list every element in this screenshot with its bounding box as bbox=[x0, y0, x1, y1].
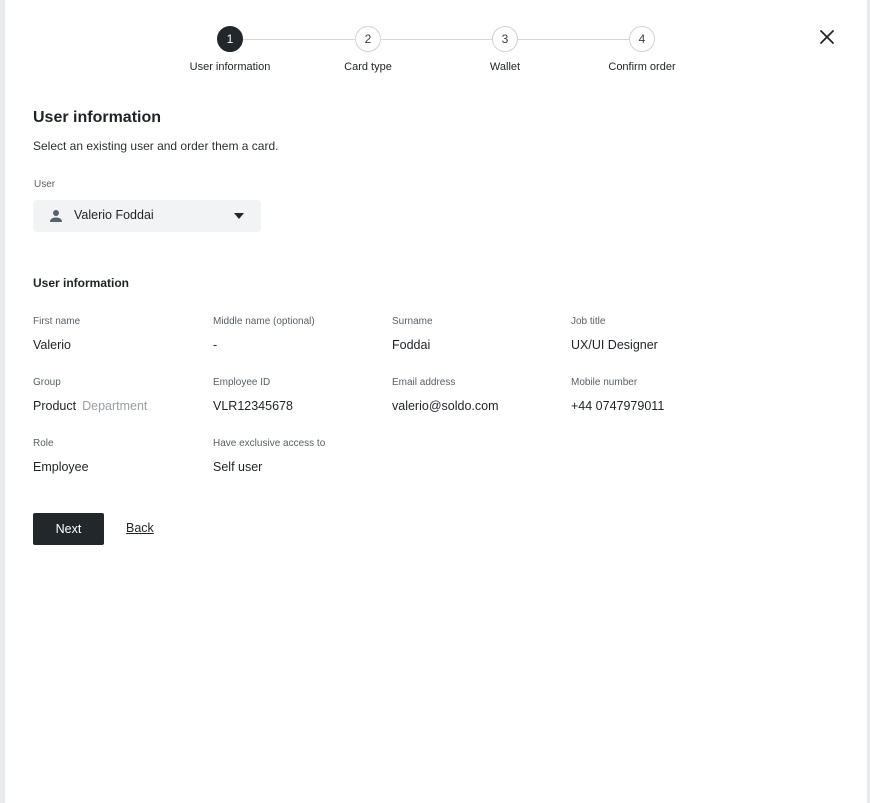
email-field: Email address valerio@soldo.com bbox=[392, 377, 562, 413]
exclusive-access-value: Self user bbox=[213, 460, 263, 474]
middle-name-label: Middle name (optional) bbox=[213, 316, 315, 327]
user-select-value: Valerio Foddai bbox=[74, 208, 154, 222]
role-value: Employee bbox=[33, 460, 89, 474]
surname-field: Surname Foddai bbox=[392, 316, 562, 352]
close-icon bbox=[820, 30, 834, 44]
chevron-down-icon bbox=[234, 213, 244, 219]
mobile-label: Mobile number bbox=[571, 377, 638, 388]
role-label: Role bbox=[33, 438, 54, 449]
first-name-field: First name Valerio bbox=[33, 316, 203, 352]
user-field-label: User bbox=[34, 179, 56, 190]
mobile-value: +44 0747979011 bbox=[571, 399, 665, 413]
group-value-primary: Product bbox=[33, 399, 77, 413]
step-user-information[interactable]: 1 User information bbox=[170, 26, 290, 73]
group-field: Group Product Department bbox=[33, 377, 203, 413]
group-value-secondary: Department bbox=[82, 399, 148, 413]
email-value: valerio@soldo.com bbox=[392, 399, 499, 413]
surname-label: Surname bbox=[392, 316, 433, 327]
email-label: Email address bbox=[392, 377, 456, 388]
surname-value: Foddai bbox=[392, 338, 431, 352]
role-field: Role Employee bbox=[33, 438, 203, 474]
mobile-field: Mobile number +44 0747979011 bbox=[571, 377, 741, 413]
step-label: Wallet bbox=[489, 61, 521, 73]
employee-id-label: Employee ID bbox=[213, 377, 271, 388]
exclusive-access-field: Have exclusive access to Self user bbox=[213, 438, 383, 474]
step-card-type[interactable]: 2 Card type bbox=[308, 26, 428, 73]
exclusive-access-label: Have exclusive access to bbox=[213, 438, 326, 449]
step-number: 2 bbox=[355, 26, 381, 52]
group-value: Product Department bbox=[33, 399, 203, 413]
first-name-label: First name bbox=[33, 316, 81, 327]
step-number: 3 bbox=[492, 26, 518, 52]
person-icon bbox=[50, 210, 62, 222]
user-select[interactable]: Valerio Foddai bbox=[33, 200, 261, 232]
first-name-value: Valerio bbox=[33, 338, 71, 352]
job-title-label: Job title bbox=[571, 316, 606, 327]
middle-name-value: - bbox=[213, 338, 218, 352]
step-label: Card type bbox=[344, 61, 392, 73]
order-card-panel: 1 User information 2 Card type 3 Wallet … bbox=[5, 0, 867, 803]
employee-id-field: Employee ID VLR12345678 bbox=[213, 377, 383, 413]
job-title-field: Job title UX/UI Designer bbox=[571, 316, 741, 352]
next-button[interactable]: Next bbox=[33, 513, 104, 545]
step-label: Confirm order bbox=[608, 61, 676, 73]
step-wallet[interactable]: 3 Wallet bbox=[445, 26, 565, 73]
middle-name-field: Middle name (optional) - bbox=[213, 316, 383, 352]
step-number: 1 bbox=[217, 26, 243, 52]
step-label: User information bbox=[189, 61, 271, 73]
step-number: 4 bbox=[629, 26, 655, 52]
stepper: 1 User information 2 Card type 3 Wallet … bbox=[5, 26, 867, 86]
employee-id-value: VLR12345678 bbox=[213, 399, 293, 413]
user-information-section-title: User information bbox=[33, 276, 130, 290]
close-button[interactable] bbox=[816, 26, 838, 48]
page-subtitle: Select an existing user and order them a… bbox=[33, 139, 279, 153]
back-link[interactable]: Back bbox=[126, 521, 154, 535]
step-confirm-order[interactable]: 4 Confirm order bbox=[582, 26, 702, 73]
job-title-value: UX/UI Designer bbox=[571, 338, 658, 352]
group-label: Group bbox=[33, 377, 61, 388]
page-title: User information bbox=[33, 109, 162, 126]
